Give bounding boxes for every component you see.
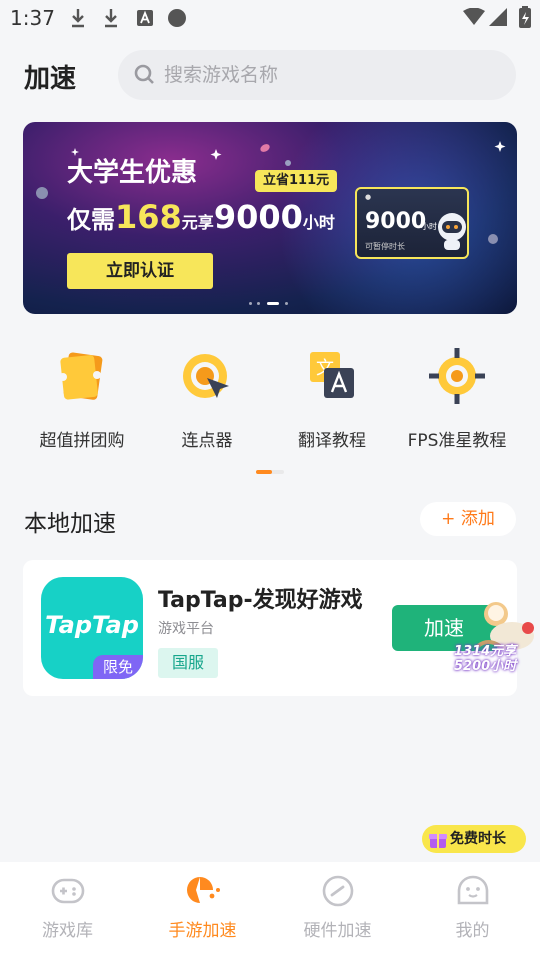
free-time-label: 免费时长 — [450, 831, 506, 847]
speedometer-icon — [321, 874, 355, 908]
quick-action-auto-clicker[interactable]: 连点器 — [147, 348, 267, 451]
status-time: 1:37 — [10, 6, 55, 30]
nav-profile[interactable]: 我的 — [405, 874, 540, 941]
gamepad-icon — [51, 874, 85, 908]
promo-sticker-text: 1314元享 5200小时 — [454, 644, 516, 674]
card-hours: 9000 — [365, 209, 427, 234]
verify-now-button[interactable]: 立即认证 — [67, 253, 213, 289]
circle-icon — [168, 9, 186, 27]
promo-line-1: 1314元享 — [454, 644, 517, 659]
crosshair-icon — [429, 348, 485, 404]
taptap-app-icon: TapTap 限免 — [41, 577, 143, 679]
gift-icon — [429, 834, 447, 848]
quick-action-label: FPS准星教程 — [407, 431, 507, 451]
auto-clicker-icon — [179, 348, 235, 404]
status-bar: 1:37 — [0, 0, 540, 36]
nav-label: 手游加速 — [168, 921, 237, 941]
section-title: 本地加速 — [24, 511, 116, 537]
banner-hours-card: ● 9000 小时 可暂停时长 — [355, 187, 469, 259]
quick-action-translate[interactable]: 文 翻译教程 — [272, 348, 392, 451]
quick-action-crosshair[interactable]: FPS准星教程 — [397, 348, 517, 451]
game-category: 游戏平台 — [158, 621, 214, 637]
free-time-button[interactable]: 免费时长 — [422, 825, 526, 853]
nav-hardware-accel[interactable]: 硬件加速 — [270, 874, 405, 941]
download-icon — [105, 9, 117, 28]
offer-hours-unit: 小时 — [302, 213, 335, 232]
download-icon — [72, 9, 84, 28]
font-a-icon — [137, 10, 153, 26]
nav-label: 硬件加速 — [303, 921, 372, 941]
astronaut-icon — [438, 213, 466, 250]
offer-price: 168 — [115, 198, 182, 236]
save-badge: 立省111元 — [255, 170, 338, 192]
ticket-icon — [54, 348, 110, 404]
quick-action-label: 连点器 — [181, 431, 233, 451]
nav-label: 游戏库 — [42, 921, 93, 941]
quick-action-label: 超值拼团购 — [39, 431, 125, 451]
card-note: 可暂停时长 — [365, 242, 405, 251]
offer-hours: 9000 — [213, 198, 303, 236]
banner-title: 大学生优惠 — [67, 158, 198, 188]
banner-offer: 仅需168元享9000小时 — [67, 198, 335, 236]
offer-price-unit: 元享 — [181, 213, 214, 232]
add-game-button[interactable]: + 添加 — [420, 502, 516, 536]
bottom-nav: 游戏库 手游加速 硬件加速 我的 — [0, 862, 540, 960]
search-bar[interactable] — [118, 50, 516, 100]
promo-banner[interactable]: 大学生优惠 立省111元 仅需168元享9000小时 立即认证 ● 9000 小… — [23, 122, 517, 314]
signal-icon — [489, 8, 507, 26]
page-title: 加速 — [24, 64, 77, 94]
game-card[interactable]: TapTap 限免 TapTap-发现好游戏 游戏平台 国服 加速 — [23, 560, 517, 696]
quick-action-group-buy[interactable]: 超值拼团购 — [22, 348, 142, 451]
nav-mobile-accel[interactable]: 手游加速 — [135, 874, 270, 941]
quick-actions-indicator — [256, 470, 284, 474]
translate-icon: 文 — [304, 348, 360, 404]
quick-action-label: 翻译教程 — [298, 431, 366, 451]
nav-label: 我的 — [455, 921, 490, 941]
mobile-accel-icon — [186, 874, 220, 908]
free-tag: 限免 — [93, 655, 143, 679]
nav-game-library[interactable]: 游戏库 — [0, 874, 135, 941]
wifi-icon — [463, 8, 485, 25]
promo-sticker[interactable]: 1314元享 5200小时 — [448, 596, 540, 686]
region-badge: 国服 — [158, 648, 218, 678]
search-icon — [134, 64, 154, 84]
profile-icon — [456, 874, 490, 908]
app-icon-text: TapTap — [45, 611, 139, 639]
battery-icon — [519, 6, 531, 28]
game-name: TapTap-发现好游戏 — [158, 588, 363, 613]
search-input[interactable] — [164, 58, 494, 92]
promo-line-2: 5200小时 — [454, 659, 517, 674]
card-brand-icon: ● — [365, 193, 372, 201]
offer-prefix: 仅需 — [67, 206, 115, 234]
